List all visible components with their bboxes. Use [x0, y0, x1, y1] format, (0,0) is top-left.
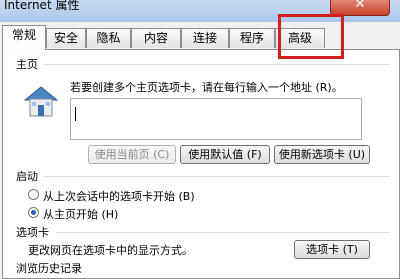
window-title: Internet 属性 [4, 0, 80, 12]
tabs-separator [56, 232, 390, 233]
homepage-separator [44, 64, 390, 65]
text-caret [75, 107, 76, 121]
radio-button-checked[interactable] [28, 207, 39, 218]
history-section-label: 浏览历史记录 [16, 262, 82, 275]
close-icon: ✕ [354, 0, 366, 12]
tab-programs[interactable]: 程序 [229, 28, 275, 48]
advanced-tab-highlight [278, 14, 344, 59]
startup-separator [44, 176, 390, 177]
tab-content[interactable]: 内容 [131, 28, 181, 48]
tabs-section-label: 选项卡 [16, 226, 49, 239]
tabs-description: 更改网页在选项卡中的显示方式。 [28, 244, 193, 257]
startup-option-label: 从主页开始 (H) [43, 208, 119, 221]
tab-general[interactable]: 常规 [2, 25, 46, 50]
homepage-section-label: 主页 [16, 58, 38, 71]
tab-privacy[interactable]: 隐私 [86, 28, 131, 48]
startup-option-label: 从上次会话中的选项卡开始 (B) [43, 190, 195, 203]
tabs-settings-button[interactable]: 选项卡 (T) [294, 240, 370, 259]
house-icon [23, 86, 59, 117]
homepage-address-input[interactable] [70, 98, 362, 140]
use-new-tab-button[interactable]: 使用新选项卡 (U) [274, 145, 370, 164]
use-current-page-button[interactable]: 使用当前页 (C) [88, 145, 176, 164]
tab-security[interactable]: 安全 [46, 28, 86, 48]
startup-section-label: 启动 [16, 170, 38, 183]
radio-button[interactable] [28, 189, 39, 200]
homepage-instruction: 若要创建多个主页选项卡，请在每行输入一个地址 (R)。 [70, 81, 343, 94]
tab-connections[interactable]: 连接 [181, 28, 229, 48]
use-default-button[interactable]: 使用默认值 (F) [180, 145, 270, 164]
